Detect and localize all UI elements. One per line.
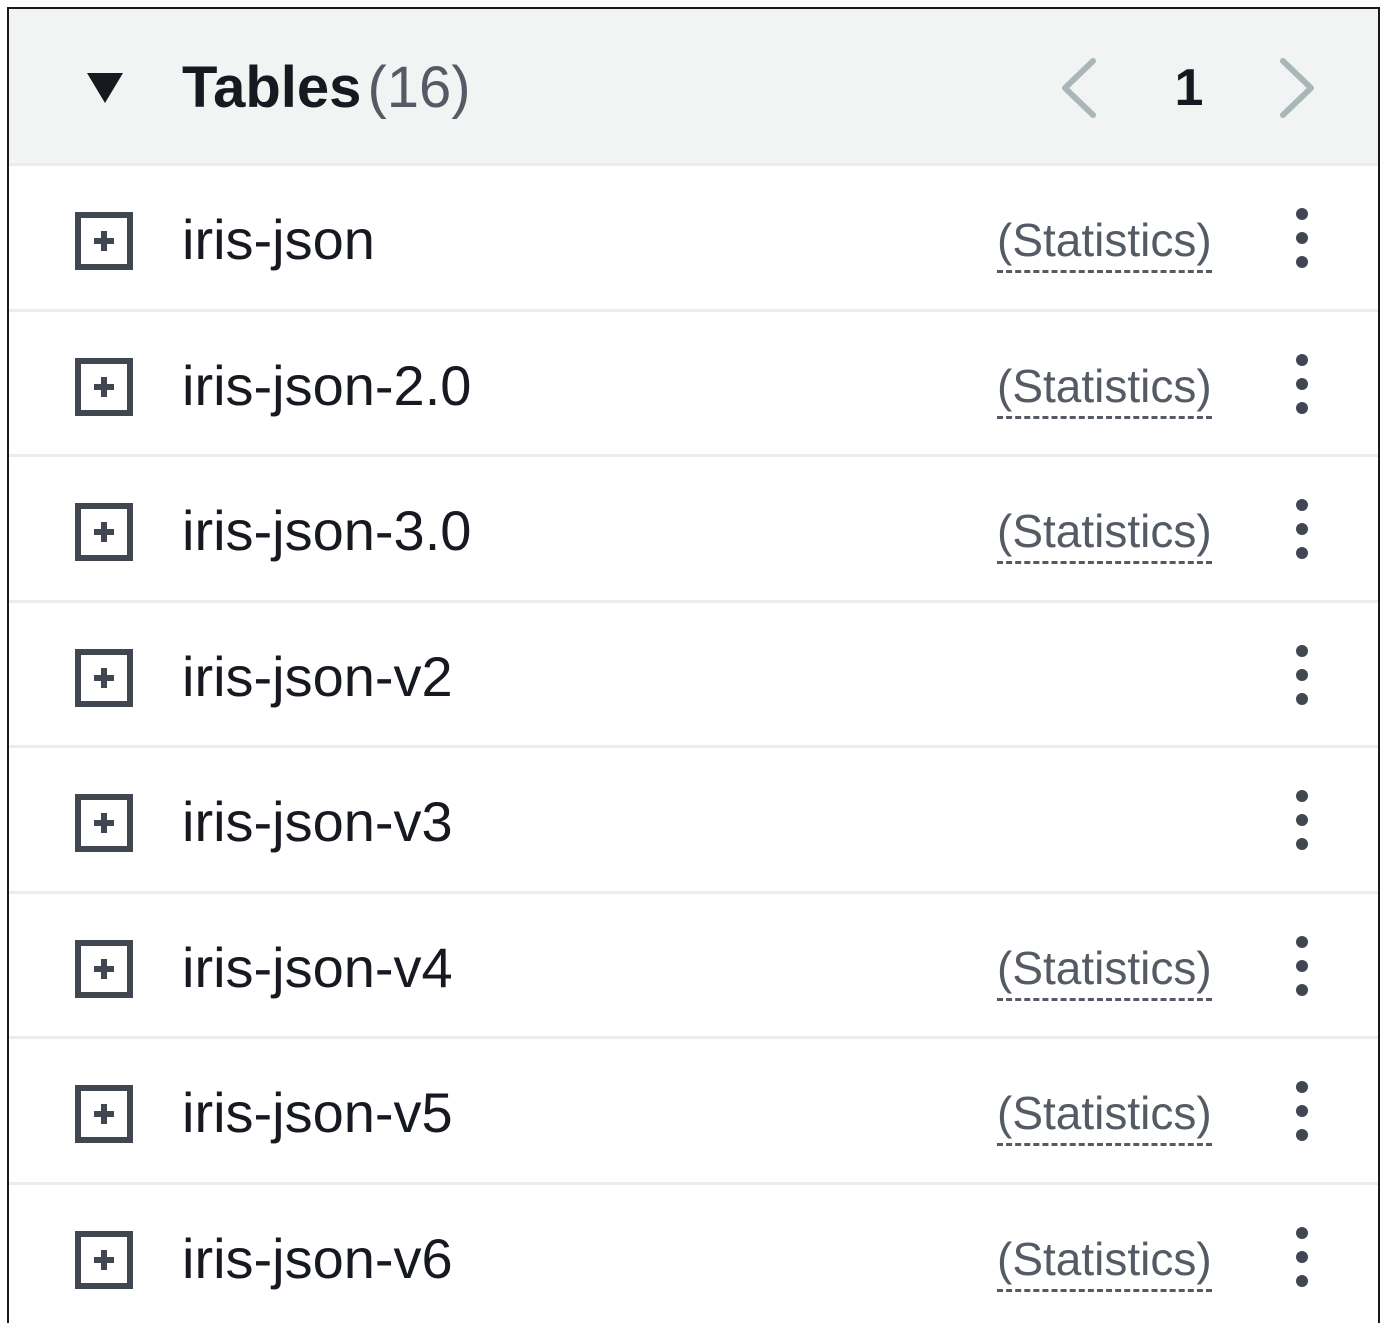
tables-panel: Tables (16) 1 iris-json (Statistics) iris… <box>7 7 1380 1323</box>
table-name[interactable]: iris-json-v6 <box>182 1225 453 1293</box>
statistics-link[interactable]: (Statistics) <box>997 1231 1212 1292</box>
table-row[interactable]: iris-json-v2 <box>9 603 1378 748</box>
chevron-left-icon[interactable] <box>1057 57 1101 119</box>
table-row[interactable]: iris-json-v4 (Statistics) <box>9 894 1378 1039</box>
kebab-dot <box>1296 256 1308 268</box>
more-actions-icon[interactable] <box>1283 1225 1321 1289</box>
kebab-dot <box>1296 547 1308 559</box>
more-actions-icon[interactable] <box>1283 206 1321 270</box>
more-actions-icon[interactable] <box>1283 497 1321 561</box>
table-name[interactable]: iris-json-3.0 <box>182 497 471 565</box>
chevron-right-icon[interactable] <box>1275 57 1319 119</box>
kebab-dot <box>1296 1226 1308 1239</box>
caret-down-icon[interactable] <box>85 71 125 105</box>
table-name[interactable]: iris-json-v3 <box>182 788 453 856</box>
statistics-link[interactable]: (Statistics) <box>997 212 1212 273</box>
statistics-link[interactable]: (Statistics) <box>997 940 1212 1001</box>
expand-plus-icon[interactable] <box>75 503 133 561</box>
table-name[interactable]: iris-json-v5 <box>182 1079 453 1147</box>
kebab-dot <box>1296 1274 1308 1287</box>
more-actions-icon[interactable] <box>1283 1079 1321 1143</box>
tables-list: iris-json (Statistics) iris-json-2.0 (St… <box>9 166 1378 1323</box>
kebab-dot <box>1296 523 1308 535</box>
page-number[interactable]: 1 <box>1167 57 1211 119</box>
kebab-dot <box>1296 377 1308 390</box>
tables-title: Tables <box>182 55 362 120</box>
kebab-dot <box>1296 644 1308 657</box>
more-actions-icon[interactable] <box>1283 352 1321 416</box>
statistics-link[interactable]: (Statistics) <box>997 358 1212 419</box>
kebab-dot <box>1296 499 1308 511</box>
kebab-dot <box>1296 959 1308 972</box>
expand-plus-icon[interactable] <box>75 794 133 852</box>
table-name[interactable]: iris-json <box>182 206 375 274</box>
tables-count: (16) <box>367 55 471 120</box>
kebab-dot <box>1296 353 1308 366</box>
kebab-dot <box>1296 401 1308 414</box>
kebab-dot <box>1296 1250 1308 1263</box>
expand-plus-icon[interactable] <box>75 357 133 416</box>
table-row[interactable]: iris-json-v5 (Statistics) <box>9 1039 1378 1185</box>
table-name[interactable]: iris-json-v4 <box>182 934 453 1002</box>
kebab-dot <box>1296 668 1308 681</box>
kebab-dot <box>1296 1105 1308 1117</box>
kebab-dot <box>1296 983 1308 996</box>
kebab-dot <box>1296 692 1308 705</box>
kebab-dot <box>1296 232 1308 244</box>
expand-plus-icon[interactable] <box>75 212 133 270</box>
kebab-dot <box>1296 790 1308 802</box>
statistics-link[interactable]: (Statistics) <box>997 1085 1212 1146</box>
kebab-dot <box>1296 814 1308 826</box>
table-row[interactable]: iris-json-3.0 (Statistics) <box>9 457 1378 603</box>
table-row[interactable]: iris-json-v3 <box>9 748 1378 894</box>
kebab-dot <box>1296 1129 1308 1141</box>
statistics-link[interactable]: (Statistics) <box>997 503 1212 564</box>
table-name[interactable]: iris-json-v2 <box>182 643 453 711</box>
table-name[interactable]: iris-json-2.0 <box>182 352 471 420</box>
kebab-dot <box>1296 208 1308 220</box>
expand-plus-icon[interactable] <box>75 1085 133 1143</box>
more-actions-icon[interactable] <box>1283 643 1321 707</box>
more-actions-icon[interactable] <box>1283 934 1321 998</box>
tables-header: Tables (16) 1 <box>9 9 1378 166</box>
table-row[interactable]: iris-json-2.0 (Statistics) <box>9 312 1378 457</box>
tables-heading: Tables (16) <box>182 53 471 123</box>
kebab-dot <box>1296 838 1308 850</box>
expand-plus-icon[interactable] <box>75 939 133 998</box>
kebab-dot <box>1296 1081 1308 1093</box>
expand-plus-icon[interactable] <box>75 648 133 707</box>
table-row[interactable]: iris-json (Statistics) <box>9 166 1378 312</box>
expand-plus-icon[interactable] <box>75 1230 133 1289</box>
kebab-dot <box>1296 935 1308 948</box>
table-row[interactable]: iris-json-v6 (Statistics) <box>9 1185 1378 1323</box>
more-actions-icon[interactable] <box>1283 788 1321 852</box>
